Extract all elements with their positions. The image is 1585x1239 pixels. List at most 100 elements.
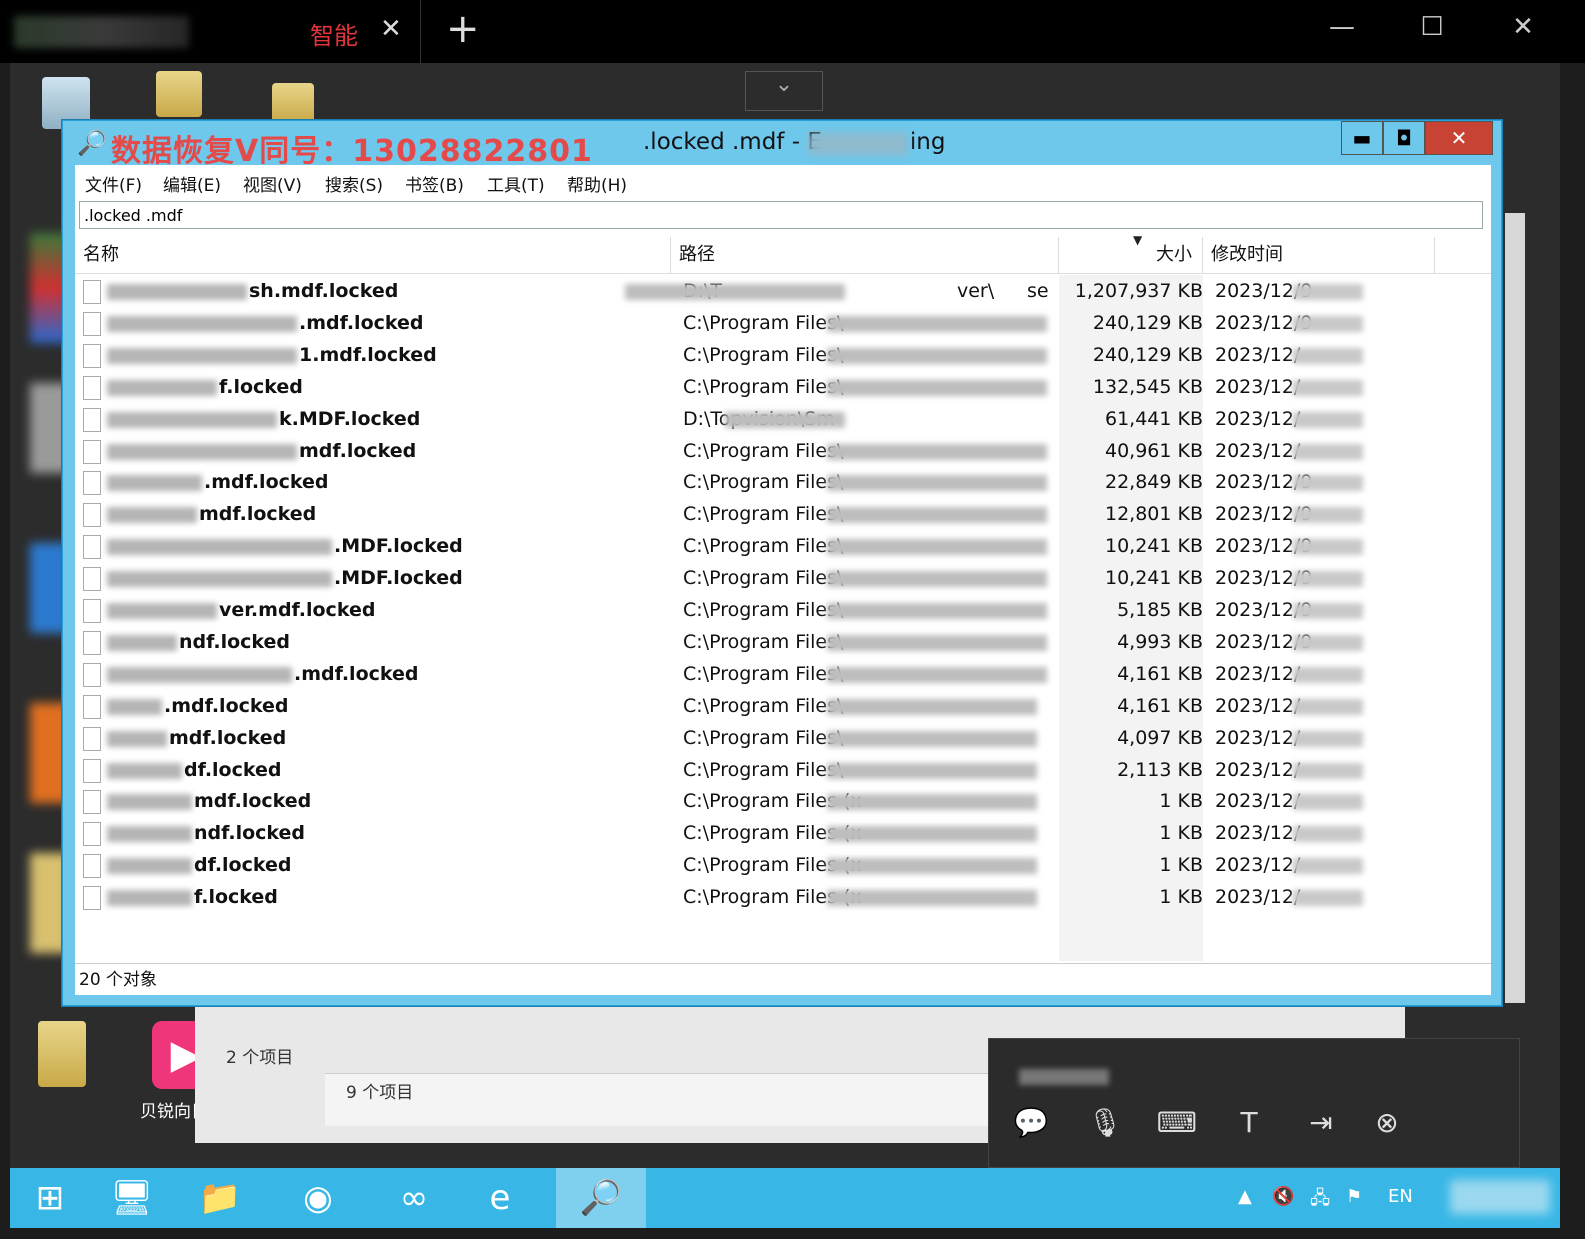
internet-explorer-icon[interactable]: e (460, 1168, 540, 1228)
table-row[interactable]: .mdf.locked C:\Program Files\ 240,129 KB 20… (75, 307, 1491, 339)
table-row[interactable]: mdf.locked C:\Program Files (x 1 KB 2023/12… (75, 785, 1491, 817)
name-blurred (107, 315, 297, 332)
date-blurred (1293, 730, 1363, 747)
name-blurred (107, 571, 332, 588)
tray-expand-icon[interactable]: ▲ (1238, 1186, 1252, 1207)
path-blurred (827, 603, 1047, 619)
table-row[interactable]: 1.mdf.locked C:\Program Files\ 240,129 KB 2… (75, 339, 1491, 371)
table-row[interactable]: mdf.locked C:\Program Files\ 4,097 KB 2023/… (75, 722, 1491, 754)
window-minimize-icon[interactable]: — (1322, 12, 1362, 42)
path-blurred (827, 443, 1047, 460)
file-size: 12,801 KB (1104, 503, 1203, 526)
column-name[interactable]: 名称 (75, 237, 671, 273)
table-row[interactable]: .mdf.locked C:\Program Files\ 22,849 KB 202… (75, 466, 1491, 498)
file-icon (83, 280, 101, 304)
column-path[interactable]: 路径 (671, 237, 1059, 273)
file-name: mdf.locked (199, 503, 317, 526)
start-windows-icon[interactable]: ⊞ (10, 1168, 90, 1228)
app-minimize-button[interactable]: ▬ (1341, 121, 1383, 155)
table-row[interactable]: ndf.locked C:\Program Files\ 4,993 KB 2023/… (75, 626, 1491, 658)
new-tab-icon[interactable]: + (446, 6, 480, 52)
menu-help[interactable]: 帮助(H) (567, 171, 627, 196)
file-size: 1 KB (1159, 790, 1203, 813)
file-transfer-icon[interactable]: ⇥ (1299, 1101, 1343, 1145)
tab-separator (420, 0, 421, 63)
file-path: C:\Program Files\ (683, 375, 844, 398)
desktop-folder-icon[interactable] (156, 71, 202, 117)
name-blurred (107, 284, 247, 300)
table-row[interactable]: f.locked C:\Program Files\ 132,545 KB 2023/… (75, 371, 1491, 403)
volume-muted-icon[interactable]: 🔇 (1272, 1186, 1294, 1207)
keyboard-icon[interactable]: ⌨ (1155, 1101, 1199, 1145)
file-name: ndf.locked (194, 822, 306, 845)
table-row[interactable]: df.locked C:\Program Files (x 1 KB 2023/12/ (75, 849, 1491, 881)
table-row[interactable]: k.MDF.lockedD:\Topvision\Sm61,441 KB2023… (75, 403, 1491, 435)
file-name: .MDF.locked (334, 567, 463, 590)
action-center-icon[interactable]: ⚑ (1346, 1186, 1362, 1207)
file-path: C:\Program Files\ (683, 503, 844, 526)
file-icon (83, 790, 101, 815)
tab-close-icon[interactable]: ✕ (380, 14, 402, 44)
window-frame (1491, 165, 1501, 1005)
table-row[interactable]: sh.mdf.lockedD:\Tver\se1,207,937 KB2023/… (75, 275, 1491, 307)
app-titlebar[interactable]: 🔎 数据恢复V同号：13028822801 .locked .mdf - Ein… (63, 121, 1501, 169)
server-manager-icon[interactable]: 🖥 (92, 1168, 172, 1228)
chat-icon[interactable]: 💬 (1009, 1101, 1053, 1145)
search-app-taskbar-icon[interactable]: 🔎 (556, 1168, 646, 1228)
table-row[interactable]: .mdf.locked C:\Program Files\ 4,161 KB 2023… (75, 690, 1491, 722)
column-modified[interactable]: 修改时间 (1203, 237, 1435, 273)
file-size: 2,113 KB (1117, 758, 1203, 781)
date-blurred (1293, 794, 1363, 811)
table-row[interactable]: mdf.locked C:\Program Files\ 12,801 KB 2023… (75, 498, 1491, 530)
app-close-button[interactable]: ✕ (1425, 121, 1493, 155)
window-maximize-icon[interactable]: ☐ (1412, 12, 1452, 42)
file-icon (83, 311, 101, 336)
app-infinity-icon[interactable]: ∞ (374, 1168, 454, 1228)
table-row[interactable]: ndf.locked C:\Program Files (x 1 KB 2023/12… (75, 817, 1491, 849)
close-icon[interactable]: ⊗ (1365, 1101, 1409, 1145)
collapse-toolbar-button[interactable]: ⌄ (745, 71, 823, 111)
table-row[interactable]: .mdf.locked C:\Program Files\ 4,161 KB 2023… (75, 658, 1491, 690)
desktop-folder-icon[interactable] (272, 83, 314, 123)
column-size[interactable]: 大小 (1059, 237, 1203, 273)
table-row[interactable]: f.locked C:\Program Files (x 1 KB 2023/12/ (75, 881, 1491, 913)
menu-tools[interactable]: 工具(T) (487, 171, 545, 196)
app-maximize-button[interactable]: ◘ (1383, 121, 1425, 155)
file-explorer-icon[interactable]: 📁 (180, 1168, 260, 1228)
menu-file[interactable]: 文件(F) (85, 171, 142, 196)
file-size: 1,207,937 KB (1074, 280, 1203, 302)
menu-search[interactable]: 搜索(S) (325, 171, 383, 196)
window-close-icon[interactable]: ✕ (1503, 12, 1543, 42)
file-modified: 2023/12/ (1215, 407, 1301, 430)
table-row[interactable]: .MDF.locked C:\Program Files\ 10,241 KB 202… (75, 562, 1491, 594)
clock-blurred (1450, 1180, 1550, 1214)
microphone-icon[interactable]: 🎙 (1083, 1101, 1127, 1145)
table-row[interactable]: ver.mdf.locked C:\Program Files\ 5,185 KB 2… (75, 594, 1491, 626)
menu-bookmarks[interactable]: 书签(B) (405, 171, 464, 196)
language-indicator[interactable]: EN (1388, 1186, 1413, 1207)
file-name: sh.mdf.locked (249, 280, 399, 302)
search-app-window: 🔎 数据恢复V同号：13028822801 .locked .mdf - Ein… (62, 120, 1502, 1006)
path-blurred (827, 890, 1037, 907)
file-size: 10,241 KB (1104, 535, 1203, 558)
desktop-folder-icon[interactable] (38, 1021, 86, 1087)
table-row[interactable]: df.locked C:\Program Files\ 2,113 KB 2023/1… (75, 754, 1491, 786)
date-blurred (1293, 666, 1363, 683)
file-icon (83, 407, 101, 432)
file-name: df.locked (194, 854, 292, 877)
file-name: .mdf.locked (299, 311, 424, 334)
text-icon[interactable]: T (1227, 1101, 1271, 1145)
file-icon (83, 886, 101, 911)
menu-edit[interactable]: 编辑(E) (163, 171, 221, 196)
chrome-icon[interactable]: ◉ (278, 1168, 358, 1228)
table-row[interactable]: .MDF.locked C:\Program Files\ 10,241 KB 202… (75, 530, 1491, 562)
file-modified: 2023/12/ (1215, 694, 1301, 717)
tab-title[interactable]: 智能 (310, 16, 358, 51)
network-icon[interactable]: 🖧 (1310, 1186, 1330, 1216)
search-input[interactable]: .locked .mdf (79, 201, 1483, 229)
table-row[interactable]: mdf.locked C:\Program Files\ 40,961 KB 2023… (75, 435, 1491, 467)
name-blurred (107, 475, 202, 492)
toolbar-title-blurred (1019, 1069, 1109, 1085)
date-blurred (1293, 443, 1363, 460)
menu-view[interactable]: 视图(V) (243, 171, 302, 196)
